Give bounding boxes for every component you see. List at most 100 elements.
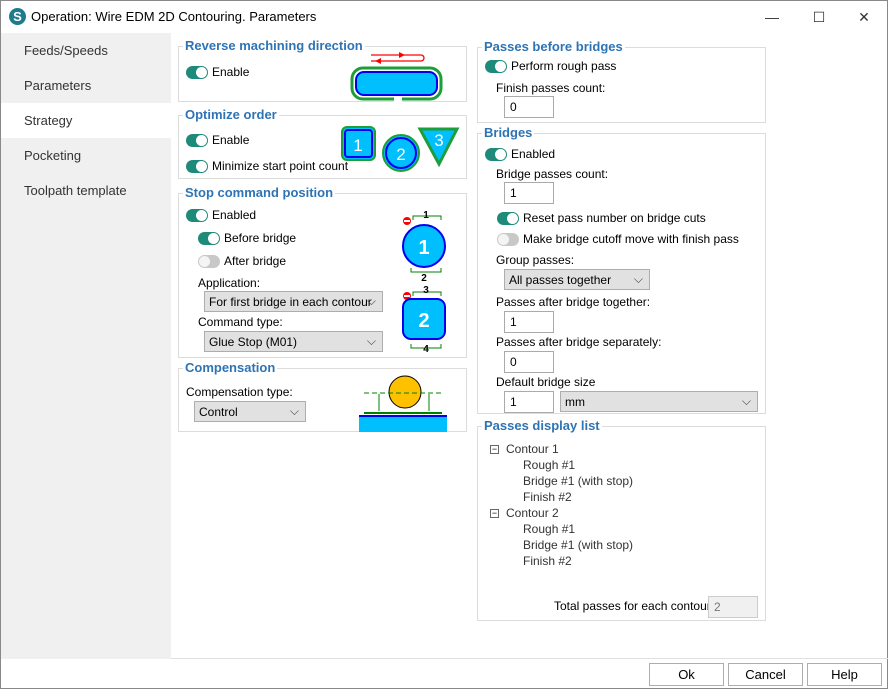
tree-item-contour[interactable]: Contour 1: [506, 442, 559, 456]
optimize-enable-toggle[interactable]: Enable: [186, 133, 249, 147]
collapse-icon[interactable]: −: [490, 445, 499, 454]
toggle-label: Before bridge: [224, 231, 297, 245]
toggle-switch[interactable]: [198, 231, 220, 245]
select-value: mm: [565, 395, 585, 409]
group-title: Stop command position: [183, 185, 336, 200]
collapse-icon[interactable]: −: [490, 509, 499, 518]
stop-position-diagram: 1 1 2 3 2 4: [402, 210, 446, 355]
toggle-switch[interactable]: [186, 133, 208, 147]
select-value: Control: [199, 405, 238, 419]
tree-item-pass[interactable]: Bridge #1 (with stop): [523, 474, 633, 488]
bridge-count-input[interactable]: 1: [504, 182, 554, 204]
toggle-label: Enabled: [212, 208, 257, 222]
cancel-button[interactable]: Cancel: [728, 663, 803, 686]
reset-pass-number-toggle[interactable]: Reset pass number on bridge cuts: [497, 211, 706, 225]
tree-item-pass[interactable]: Rough #1: [523, 522, 575, 536]
tree-item-pass[interactable]: Bridge #1 (with stop): [523, 538, 633, 552]
reverse-direction-group: Reverse machining direction Enable: [178, 38, 467, 102]
bridge-size-input[interactable]: 1: [504, 391, 554, 413]
bridge-size-unit-select[interactable]: mm ⌵: [560, 391, 758, 412]
application-select[interactable]: For first bridge in each contour ⌵: [204, 291, 383, 312]
toggle-label: Perform rough pass: [511, 59, 617, 73]
svg-text:3: 3: [423, 285, 429, 296]
finish-passes-label: Finish passes count:: [496, 81, 606, 95]
toggle-switch[interactable]: [485, 147, 507, 161]
total-passes-label: Total passes for each contour:: [554, 599, 715, 613]
passes-separately-input[interactable]: 0: [504, 351, 554, 373]
svg-text:2: 2: [418, 310, 429, 332]
minimize-button[interactable]: —: [757, 5, 787, 29]
tree-item-pass[interactable]: Finish #2: [523, 554, 572, 568]
toggle-switch[interactable]: [497, 232, 519, 246]
toggle-switch[interactable]: [497, 211, 519, 225]
toggle-label: Enable: [212, 65, 250, 79]
app-logo-icon: S: [9, 8, 26, 25]
optimize-order-group: Optimize order Enable Minimize start poi…: [178, 107, 467, 179]
application-label: Application:: [198, 276, 261, 290]
svg-text:2: 2: [421, 273, 427, 284]
toggle-label: Make bridge cutoff move with finish pass: [523, 232, 739, 246]
toggle-switch[interactable]: [186, 159, 208, 173]
chevron-down-icon: ⌵: [366, 294, 376, 308]
after-bridge-toggle[interactable]: After bridge: [198, 254, 286, 268]
svg-text:3: 3: [434, 131, 443, 150]
command-type-select[interactable]: Glue Stop (M01) ⌵: [204, 331, 383, 352]
toggle-label: Enabled: [511, 147, 556, 161]
title-bar: S Operation: Wire EDM 2D Contouring. Par…: [1, 1, 887, 33]
compensation-type-select[interactable]: Control ⌵: [194, 401, 306, 422]
toggle-switch[interactable]: [198, 254, 220, 268]
bridge-size-label: Default bridge size: [496, 375, 596, 389]
passes-display-list-group: Passes display list − Contour 1 Rough #1…: [477, 418, 766, 621]
window-title: Operation: Wire EDM 2D Contouring. Param…: [31, 9, 317, 24]
command-type-label: Command type:: [198, 315, 283, 329]
reverse-direction-diagram: [350, 52, 443, 102]
select-value: For first bridge in each contour: [209, 295, 372, 309]
compensation-group: Compensation Compensation type: Control ⌵: [178, 360, 467, 432]
passes-together-label: Passes after bridge together:: [496, 295, 651, 309]
minimize-start-point-toggle[interactable]: Minimize start point count: [186, 159, 348, 173]
group-title: Optimize order: [183, 107, 279, 122]
stop-command-group: Stop command position Enabled Before bri…: [178, 185, 467, 358]
toggle-switch[interactable]: [186, 208, 208, 222]
bridge-count-label: Bridge passes count:: [496, 167, 609, 181]
bridge-cutoff-toggle[interactable]: Make bridge cutoff move with finish pass: [497, 232, 739, 246]
reverse-enable-toggle[interactable]: Enable: [186, 65, 249, 79]
group-passes-label: Group passes:: [496, 253, 575, 267]
toggle-switch[interactable]: [485, 59, 507, 73]
chevron-down-icon: ⌵: [633, 272, 643, 286]
compensation-type-label: Compensation type:: [186, 385, 293, 399]
passes-together-input[interactable]: 1: [504, 311, 554, 333]
toggle-label: After bridge: [224, 254, 287, 268]
toggle-label: Minimize start point count: [212, 159, 349, 173]
sidebar-item-toolpath-template[interactable]: Toolpath template: [1, 173, 171, 208]
sidebar: Feeds/Speeds Parameters Strategy Pocketi…: [1, 33, 171, 659]
rough-pass-toggle[interactable]: Perform rough pass: [485, 59, 616, 73]
toggle-switch[interactable]: [186, 65, 208, 79]
before-bridge-toggle[interactable]: Before bridge: [198, 231, 296, 245]
select-value: All passes together: [509, 273, 612, 287]
tree-item-contour[interactable]: Contour 2: [506, 506, 559, 520]
tree-item-pass[interactable]: Rough #1: [523, 458, 575, 472]
help-button[interactable]: Help: [807, 663, 882, 686]
group-title: Reverse machining direction: [183, 38, 365, 53]
group-passes-select[interactable]: All passes together ⌵: [504, 269, 650, 290]
group-title: Bridges: [482, 125, 535, 140]
sidebar-item-strategy[interactable]: Strategy: [1, 103, 171, 138]
bridges-group: Bridges Enabled Bridge passes count: 1 R…: [477, 125, 766, 414]
close-button[interactable]: ✕: [849, 5, 879, 29]
maximize-button[interactable]: ☐: [804, 5, 834, 29]
sidebar-item-feeds-speeds[interactable]: Feeds/Speeds: [1, 33, 171, 68]
sidebar-item-pocketing[interactable]: Pocketing: [1, 138, 171, 173]
select-value: Glue Stop (M01): [209, 335, 298, 349]
group-title: Compensation: [183, 360, 278, 375]
stop-enabled-toggle[interactable]: Enabled: [186, 208, 256, 222]
sidebar-item-parameters[interactable]: Parameters: [1, 68, 171, 103]
footer-divider: [171, 658, 888, 659]
optimize-order-diagram: 1 2 3: [341, 126, 460, 172]
passes-before-bridges-group: Passes before bridges Perform rough pass…: [477, 39, 766, 123]
tree-item-pass[interactable]: Finish #2: [523, 490, 572, 504]
bridges-enabled-toggle[interactable]: Enabled: [485, 147, 555, 161]
finish-passes-input[interactable]: 0: [504, 96, 554, 118]
ok-button[interactable]: Ok: [649, 663, 724, 686]
svg-text:1: 1: [418, 237, 429, 259]
